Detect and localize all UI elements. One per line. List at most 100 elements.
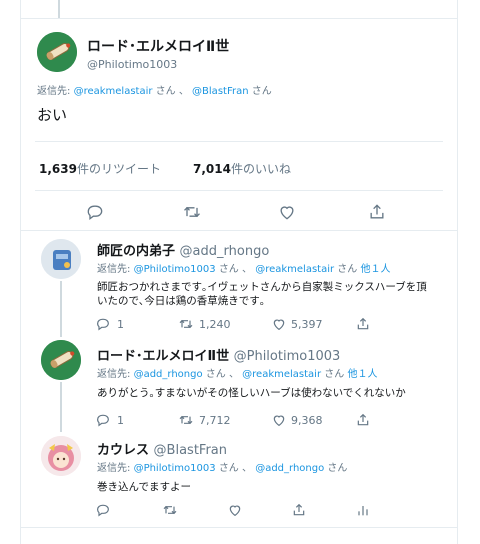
avatar[interactable]: [41, 239, 81, 279]
like-icon: [273, 319, 285, 331]
analytics-button[interactable]: [355, 502, 371, 522]
reply-context: 返信先: @Philotimo1003 さん 、 @add_rhongo さん: [97, 459, 347, 474]
like-label: 件のいいね: [230, 162, 291, 176]
avatar[interactable]: [41, 340, 81, 380]
retweet-button[interactable]: [161, 502, 179, 522]
reply-button[interactable]: [95, 502, 111, 522]
mention-link[interactable]: @reakmelastair: [255, 264, 334, 275]
reply-button[interactable]: 1: [95, 412, 124, 428]
mention-link[interactable]: @Philotimo1003: [134, 264, 216, 275]
user-handle[interactable]: @Philotimo1003: [234, 349, 341, 364]
like-button[interactable]: [277, 202, 297, 226]
analytics-icon: [358, 506, 368, 516]
mention-link[interactable]: @BlastFran: [192, 86, 249, 97]
reply-icon: [97, 414, 109, 427]
honorific: さん: [251, 86, 272, 97]
retweet-count: 1,240: [199, 317, 231, 331]
display-name[interactable]: 師匠の内弟子: [97, 244, 175, 259]
tweet-text-line: いたので､今日は鶏の香草焼きです｡: [97, 295, 265, 307]
thread-line: [58, 0, 60, 18]
reply-author[interactable]: カウレス @BlastFran: [97, 439, 227, 458]
reply-count: 1: [117, 317, 124, 331]
reply-icon: [87, 205, 103, 220]
like-stat[interactable]: 7,014件のいいね: [193, 160, 291, 177]
display-name[interactable]: ロード･エルメロイⅡ世: [87, 36, 229, 56]
retweet-label: 件のリツイート: [76, 162, 161, 176]
mention-link[interactable]: @reakmelastair: [74, 86, 153, 97]
tweet-text-line: ありがとう｡すまないがその怪しいハーブは使わないでくれないか: [97, 387, 406, 399]
retweet-stat[interactable]: 1,639件のリツイート: [39, 160, 161, 177]
retweet-button[interactable]: 7,712: [177, 412, 231, 428]
like-button[interactable]: 5,397: [271, 316, 323, 332]
user-handle[interactable]: @Philotimo1003: [87, 58, 177, 71]
reply-button[interactable]: [85, 202, 105, 226]
tweet-detail-panel: ロード･エルメロイⅡ世 @Philotimo1003 返信先: @reakmel…: [20, 0, 458, 544]
mention-link[interactable]: @add_rhongo: [134, 369, 203, 380]
reply-prefix: 返信先:: [37, 86, 71, 97]
mention-link[interactable]: @add_rhongo: [255, 463, 324, 474]
like-icon: [273, 415, 285, 427]
share-button[interactable]: [355, 412, 371, 428]
user-handle[interactable]: @add_rhongo: [180, 244, 270, 259]
reply-prefix: 返信先:: [97, 264, 131, 275]
display-name[interactable]: ロード･エルメロイⅡ世: [97, 349, 229, 364]
reply-context: 返信先: @reakmelastair さん 、 @BlastFran さん: [37, 82, 272, 97]
mention-link[interactable]: @Philotimo1003: [134, 463, 216, 474]
user-handle[interactable]: @BlastFran: [154, 443, 227, 458]
retweet-button[interactable]: [181, 202, 203, 226]
like-button[interactable]: [227, 502, 243, 522]
share-icon: [370, 204, 384, 219]
retweet-count: 7,712: [199, 413, 231, 427]
display-name[interactable]: カウレス: [97, 443, 149, 458]
honorific: さん: [324, 369, 345, 380]
like-count: 5,397: [291, 317, 323, 331]
share-button[interactable]: [355, 316, 371, 332]
tweet-text: おい: [37, 106, 68, 124]
like-button[interactable]: 9,368: [271, 412, 323, 428]
divider: [35, 141, 443, 142]
reply-icon: [97, 504, 109, 517]
honorific: さん: [327, 463, 348, 474]
avatar[interactable]: [37, 32, 77, 72]
retweet-icon: [184, 206, 200, 218]
retweet-count: 1,639: [39, 162, 77, 176]
separator: 、: [242, 463, 252, 474]
divider: [35, 190, 443, 191]
top-divider: [21, 18, 457, 19]
share-button[interactable]: [367, 202, 387, 226]
share-icon: [357, 413, 369, 426]
like-count: 9,368: [291, 413, 323, 427]
honorific: さん: [155, 86, 176, 97]
reply-context: 返信先: @Philotimo1003 さん 、 @reakmelastair …: [97, 260, 390, 275]
thread-connector: [60, 382, 62, 432]
avatar[interactable]: [41, 436, 81, 476]
like-count: 7,014: [193, 162, 231, 176]
honorific: さん: [337, 264, 358, 275]
separator: 、: [228, 369, 239, 380]
share-icon: [357, 317, 369, 330]
others-link[interactable]: 他１人: [347, 369, 377, 380]
like-icon: [229, 505, 241, 517]
tweet-text-line: 巻き込んでますよー: [97, 481, 191, 493]
reply-author[interactable]: ロード･エルメロイⅡ世 @Philotimo1003: [97, 345, 340, 364]
share-icon: [293, 503, 305, 516]
divider: [21, 527, 457, 528]
retweet-icon: [163, 505, 177, 515]
honorific: さん: [205, 369, 226, 380]
reply-icon: [97, 318, 109, 331]
separator: 、: [242, 264, 252, 275]
tweet-text-line: 師匠おつかれさまです｡イヴェットさんから自家製ミックスハーブを頂: [97, 281, 427, 293]
retweet-button[interactable]: 1,240: [177, 316, 231, 332]
others-link[interactable]: 他１人: [360, 264, 390, 275]
honorific: さん: [218, 264, 239, 275]
honorific: さん: [218, 463, 239, 474]
thread-connector: [60, 281, 62, 337]
reply-button[interactable]: 1: [95, 316, 124, 332]
share-button[interactable]: [291, 502, 307, 522]
mention-link[interactable]: @reakmelastair: [242, 369, 321, 380]
reply-context: 返信先: @add_rhongo さん 、 @reakmelastair さん …: [97, 365, 377, 380]
reply-prefix: 返信先:: [97, 369, 131, 380]
divider: [21, 230, 457, 231]
separator: 、: [178, 86, 189, 97]
reply-author[interactable]: 師匠の内弟子 @add_rhongo: [97, 240, 269, 259]
